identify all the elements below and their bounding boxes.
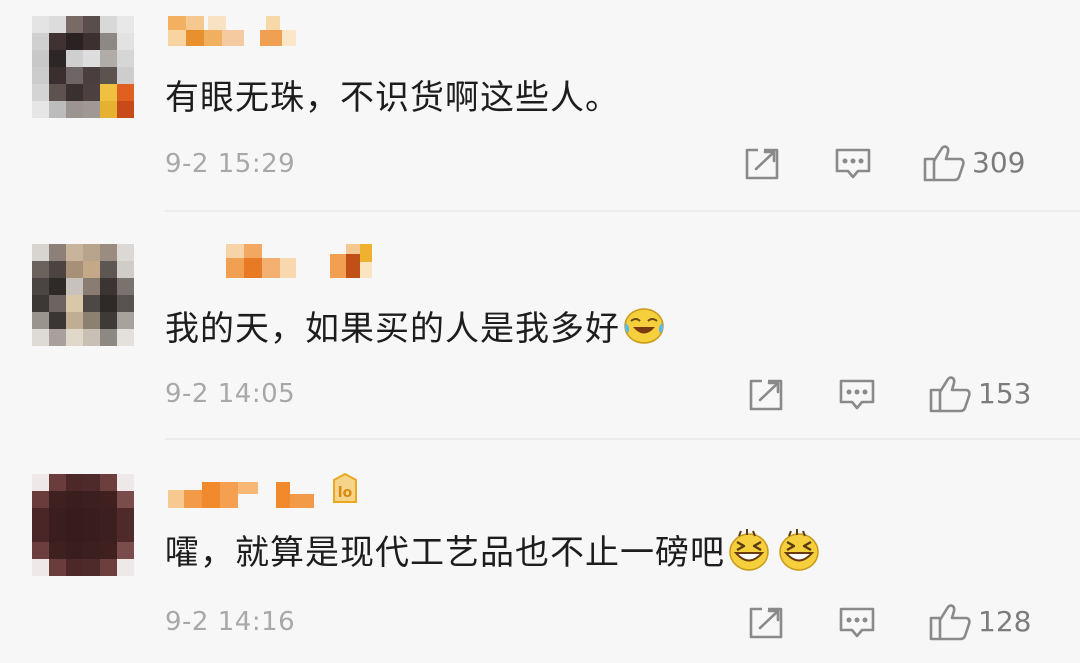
comment-icon xyxy=(839,379,875,410)
svg-text:lo: lo xyxy=(338,485,353,501)
share-icon xyxy=(745,148,779,180)
comment-icon xyxy=(835,148,871,179)
comment-item: 我的天，如果买的人是我多好 9-2 14:05 153 xyxy=(0,212,1080,438)
avatar[interactable] xyxy=(32,244,134,346)
comment-item: 有眼无珠，不识货啊这些人。 9-2 15:29 309 xyxy=(0,0,1080,212)
comment-timestamp: 9-2 15:29 xyxy=(165,149,296,179)
like-count: 309 xyxy=(972,146,1026,179)
grinning-squint-emoji-icon xyxy=(727,526,823,583)
like-count: 153 xyxy=(978,377,1032,410)
like-count: 128 xyxy=(978,605,1032,638)
comment-timestamp: 9-2 14:05 xyxy=(165,379,296,409)
share-icon xyxy=(749,379,783,411)
thumbs-up-icon xyxy=(929,376,971,413)
share-button[interactable] xyxy=(748,606,784,640)
avatar[interactable] xyxy=(32,474,134,576)
thumbs-up-icon xyxy=(929,604,971,641)
avatar[interactable] xyxy=(32,16,134,118)
username-blurred[interactable] xyxy=(168,16,308,46)
reply-button[interactable] xyxy=(834,147,872,181)
thumbs-up-icon xyxy=(923,145,965,182)
username-blurred[interactable] xyxy=(168,244,372,278)
comment-text: 嚯，就算是现代工艺品也不止一磅吧 xyxy=(165,526,823,583)
like-button[interactable]: 153 xyxy=(928,374,1031,414)
share-button[interactable] xyxy=(748,378,784,412)
comment-timestamp: 9-2 14:16 xyxy=(165,607,296,637)
comment-item: lo 嚯，就算是现代工艺品也不止一磅吧 9-2 14:16 128 xyxy=(0,440,1080,663)
comment-text-content: 我的天，如果买的人是我多好 xyxy=(165,309,620,349)
comment-text: 我的天，如果买的人是我多好 xyxy=(165,306,666,355)
like-button[interactable]: 128 xyxy=(928,602,1031,642)
username-blurred[interactable]: lo xyxy=(168,472,368,508)
share-button[interactable] xyxy=(744,147,780,181)
reply-button[interactable] xyxy=(838,606,876,640)
comment-text: 有眼无珠，不识货啊这些人。 xyxy=(165,78,620,118)
vip-badge-icon: lo xyxy=(330,472,360,508)
comment-text-content: 嚯，就算是现代工艺品也不止一磅吧 xyxy=(165,533,725,573)
crying-laughing-emoji-icon xyxy=(622,306,666,355)
share-icon xyxy=(749,607,783,639)
reply-button[interactable] xyxy=(838,378,876,412)
comment-icon xyxy=(839,607,875,638)
like-button[interactable]: 309 xyxy=(922,143,1025,183)
